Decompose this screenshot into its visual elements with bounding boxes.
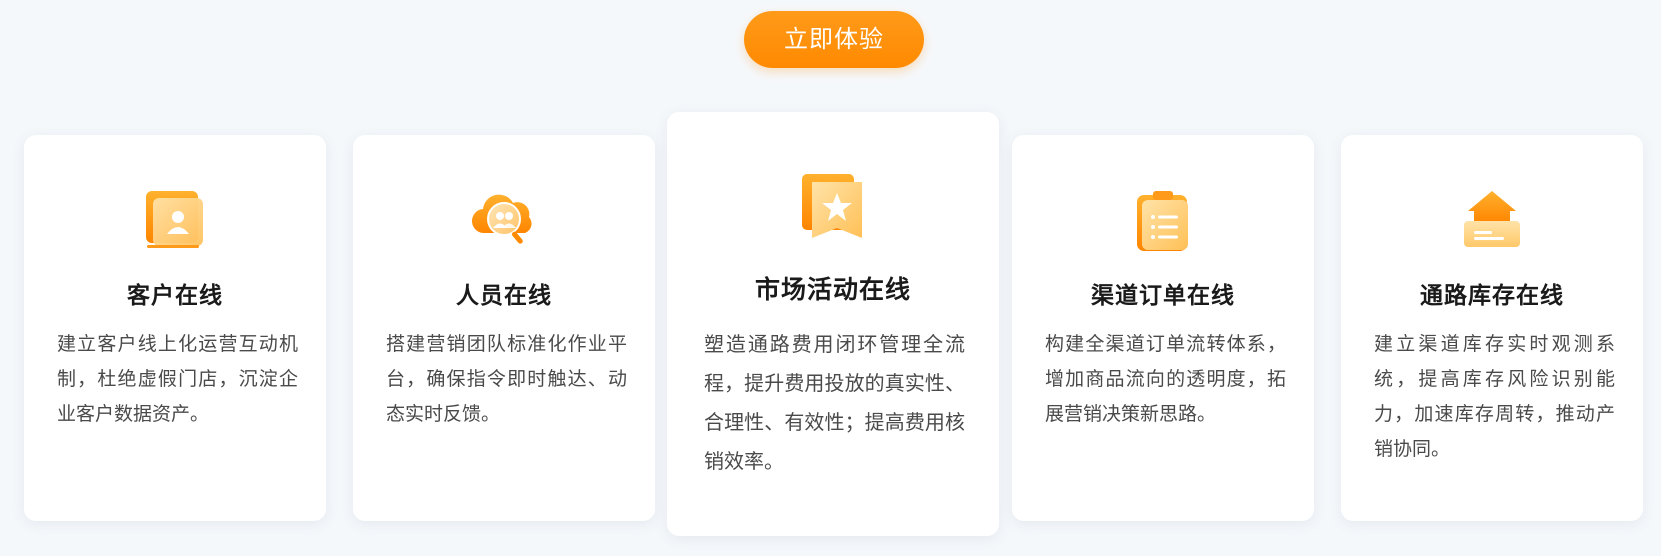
feature-card-marketing[interactable]: 市场活动在线 塑造通路费用闭环管理全流程，提升费用投放的真实性、合理性、有效性；… xyxy=(667,112,999,536)
card-description: 搭建营销团队标准化作业平台，确保指令即时触达、动态实时反馈。 xyxy=(386,333,627,425)
feature-card-staff[interactable]: 人员在线 搭建营销团队标准化作业平台，确保指令即时触达、动态实时反馈。 xyxy=(353,135,655,521)
feature-card-orders[interactable]: 渠道订单在线 构建全渠道订单流转体系，增加商品流向的透明度，拓展营销决策新思路。 xyxy=(1012,135,1314,521)
card-title: 渠道订单在线 xyxy=(1091,283,1235,309)
try-now-button[interactable]: 立即体验 xyxy=(744,11,924,68)
card-description: 构建全渠道订单流转体系，增加商品流向的透明度，拓展营销决策新思路。 xyxy=(1045,333,1286,425)
card-title: 通路库存在线 xyxy=(1420,283,1564,309)
card-description: 建立渠道库存实时观测系统，提高库存风险识别能力，加速库存周转，推动产销协同。 xyxy=(1374,333,1615,460)
card-description: 建立客户线上化运营互动机制，杜绝虚假门店，沉淀企业客户数据资产。 xyxy=(57,333,298,425)
star-badge-icon xyxy=(800,172,866,248)
card-title: 人员在线 xyxy=(456,283,552,309)
monitor-user-icon xyxy=(143,187,207,255)
search-users-icon xyxy=(471,187,537,255)
feature-card-inventory[interactable]: 通路库存在线 建立渠道库存实时观测系统，提高库存风险识别能力，加速库存周转，推动… xyxy=(1341,135,1643,521)
card-description: 塑造通路费用闭环管理全流程，提升费用投放的真实性、合理性、有效性；提高费用核销效… xyxy=(704,332,965,473)
card-title: 客户在线 xyxy=(127,283,223,309)
feature-card-customer[interactable]: 客户在线 建立客户线上化运营互动机制，杜绝虚假门店，沉淀企业客户数据资产。 xyxy=(24,135,326,521)
card-title: 市场活动在线 xyxy=(754,275,911,304)
warehouse-icon xyxy=(1460,189,1524,255)
clipboard-list-icon xyxy=(1134,189,1192,257)
